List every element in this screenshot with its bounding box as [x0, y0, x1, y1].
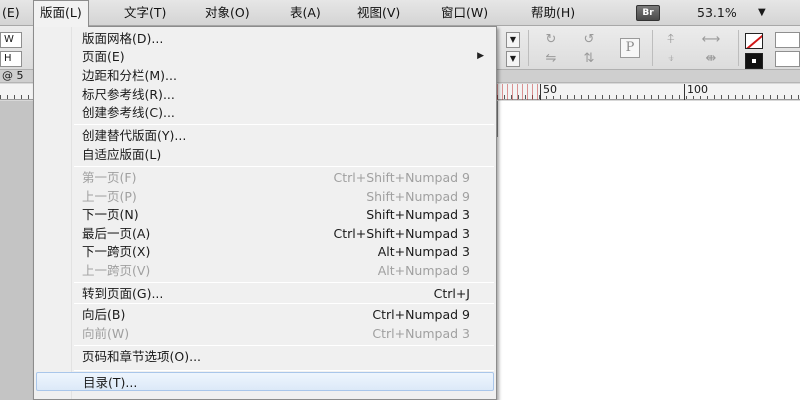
menu-item[interactable]: 向前(W) Ctrl+Numpad 3 — [36, 324, 494, 343]
menu-item-shortcut: Alt+Numpad 3 — [377, 244, 470, 259]
document-tab[interactable]: @ 5 — [2, 69, 24, 82]
menu-item-label: 版面网格(D)... — [82, 31, 164, 46]
menu-item-shortcut: Ctrl+Numpad 9 — [372, 307, 470, 322]
zoom-level[interactable]: 53.1% — [697, 0, 737, 26]
menu-table[interactable]: 表(A) — [290, 0, 321, 26]
ruler-margin-marker — [497, 84, 540, 100]
ruler-label: 100 — [686, 83, 709, 96]
vertical-ruler[interactable] — [0, 101, 33, 400]
menu-item[interactable]: 版面网格(D)... — [36, 29, 494, 48]
menu-view[interactable]: 视图(V) — [357, 0, 400, 26]
menu-separator — [74, 282, 494, 283]
menu-item[interactable]: 页面(E) ▶ — [36, 47, 494, 66]
menu-item[interactable]: 上一页(P) Shift+Numpad 9 — [36, 187, 494, 206]
bridge-button[interactable]: Br — [636, 5, 660, 21]
ruler-major-tick — [540, 84, 541, 100]
menu-separator — [74, 345, 494, 346]
menu-item-label: 页面(E) — [82, 49, 125, 64]
menu-item-label: 第一页(F) — [82, 170, 137, 185]
menu-item-shortcut: Ctrl+Shift+Numpad 3 — [333, 226, 470, 241]
menu-item[interactable]: 标尺参考线(R)... — [36, 85, 494, 104]
document-page-body[interactable] — [497, 137, 800, 400]
menu-type[interactable]: 文字(T) — [124, 0, 166, 26]
rotate-ccw-icon[interactable]: ↺ — [578, 32, 600, 48]
menu-item[interactable]: 下一页(N) Shift+Numpad 3 — [36, 205, 494, 224]
menu-item-label: 标尺参考线(R)... — [82, 87, 175, 102]
menu-edit[interactable]: (E) — [2, 0, 20, 26]
distribute-horizontal-icon[interactable]: ⟷ — [700, 32, 722, 48]
menu-item-label: 上一页(P) — [82, 189, 137, 204]
menu-item-shortcut: Shift+Numpad 9 — [366, 189, 470, 204]
menu-item-label: 创建参考线(C)... — [82, 105, 175, 120]
menu-layout[interactable]: 版面(L) — [33, 0, 89, 27]
opacity-field[interactable] — [775, 51, 800, 67]
menu-item-label: 下一页(N) — [82, 207, 139, 222]
align-top-icon[interactable]: ⍏ — [660, 32, 682, 48]
menu-item[interactable]: 边距和分栏(M)... — [36, 66, 494, 85]
menu-separator — [74, 303, 494, 304]
menu-item[interactable]: 最后一页(A) Ctrl+Shift+Numpad 3 — [36, 224, 494, 243]
zoom-dropdown-icon[interactable]: ▼ — [758, 0, 766, 26]
toolbar-divider — [652, 30, 653, 66]
menu-item-label: 转到页面(G)... — [82, 286, 164, 301]
menu-help[interactable]: 帮助(H) — [531, 0, 575, 26]
menu-item[interactable]: 创建替代版面(Y)... — [36, 126, 494, 145]
height-field[interactable]: H — [0, 51, 22, 67]
menu-item-shortcut: Ctrl+Shift+Numpad 9 — [333, 170, 470, 185]
distribute-vertical-icon[interactable]: ⇼ — [700, 51, 722, 67]
menu-separator — [74, 166, 494, 167]
menu-separator — [74, 124, 494, 125]
menu-item[interactable]: 目录(T)... — [36, 372, 494, 391]
paragraph-p-icon[interactable]: P — [620, 38, 640, 58]
menu-item[interactable]: 向后(B) Ctrl+Numpad 9 — [36, 305, 494, 324]
menu-object[interactable]: 对象(O) — [205, 0, 250, 26]
menu-item-label: 下一跨页(X) — [82, 244, 151, 259]
ruler-label: 50 — [542, 83, 558, 96]
stroke-weight-dropdown[interactable]: ▼ — [506, 32, 520, 48]
stroke-type-dropdown[interactable]: ▼ — [506, 51, 520, 67]
menu-item-shortcut: Alt+Numpad 9 — [377, 263, 470, 278]
menu-item-shortcut: Ctrl+Numpad 3 — [372, 326, 470, 341]
menu-bar: (E) 版面(L) 文字(T) 对象(O) 表(A) 视图(V) 窗口(W) 帮… — [0, 0, 800, 27]
ruler-major-tick — [684, 84, 685, 100]
menu-item-label: 向后(B) — [82, 307, 126, 322]
menu-item-shortcut: Ctrl+J — [433, 286, 470, 301]
menu-item[interactable]: 自适应版面(L) — [36, 145, 494, 164]
width-field[interactable]: W — [0, 32, 22, 48]
layout-menu: 版面网格(D)... 页面(E) ▶ 边距和分栏(M)... 标尺参考线(R)... 创建… — [33, 26, 497, 400]
menu-item-label: 最后一页(A) — [82, 226, 151, 241]
menu-item-shortcut: Shift+Numpad 3 — [366, 207, 470, 222]
menu-window[interactable]: 窗口(W) — [441, 0, 488, 26]
menu-item[interactable]: 第一页(F) Ctrl+Shift+Numpad 9 — [36, 168, 494, 187]
menu-item[interactable]: 上一跨页(V) Alt+Numpad 9 — [36, 261, 494, 280]
menu-item-label: 页码和章节选项(O)... — [82, 349, 202, 364]
menu-item-label: 自适应版面(L) — [82, 147, 162, 162]
menu-item-label: 上一跨页(V) — [82, 263, 151, 278]
document-page[interactable] — [497, 101, 800, 137]
flip-horizontal-icon[interactable]: ⇋ — [540, 51, 562, 67]
stroke-black-swatch[interactable] — [745, 53, 763, 69]
menu-item[interactable]: 页码和章节选项(O)... — [36, 347, 494, 366]
stroke-field[interactable] — [775, 32, 800, 48]
menu-item-label: 向前(W) — [82, 326, 130, 341]
submenu-arrow-icon: ▶ — [477, 51, 484, 61]
align-center-icon[interactable]: ⍖ — [660, 51, 682, 67]
menu-item[interactable]: 转到页面(G)... Ctrl+J — [36, 284, 494, 303]
fill-none-swatch[interactable] — [745, 33, 763, 49]
menu-item-label: 创建替代版面(Y)... — [82, 128, 187, 143]
toolbar-divider — [738, 30, 739, 66]
menu-item[interactable]: 创建参考线(C)... — [36, 103, 494, 122]
rotate-cw-icon[interactable]: ↻ — [540, 32, 562, 48]
menu-separator — [74, 370, 494, 371]
menu-item-label: 目录(T)... — [83, 375, 138, 390]
menu-item-label: 边距和分栏(M)... — [82, 68, 177, 83]
toolbar-divider — [528, 30, 529, 66]
flip-vertical-icon[interactable]: ⇅ — [578, 51, 600, 67]
menu-item[interactable]: 下一跨页(X) Alt+Numpad 3 — [36, 242, 494, 261]
